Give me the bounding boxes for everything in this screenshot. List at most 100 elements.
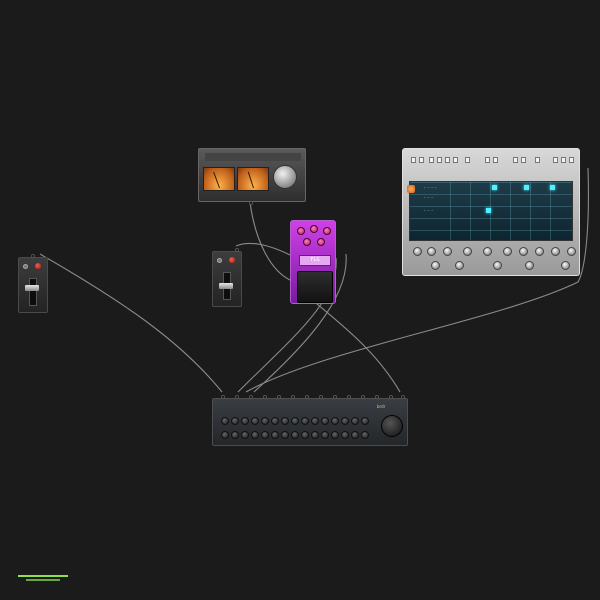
active-step[interactable] bbox=[492, 185, 497, 190]
channel-knob[interactable] bbox=[241, 417, 249, 425]
channel-knob[interactable] bbox=[231, 431, 239, 439]
sequencer-knob[interactable] bbox=[525, 261, 534, 270]
sequencer-knob[interactable] bbox=[503, 247, 512, 256]
fader-handle[interactable] bbox=[25, 285, 39, 291]
channel-knob[interactable] bbox=[361, 431, 369, 439]
master-knob[interactable] bbox=[381, 415, 403, 437]
sequencer-button[interactable] bbox=[411, 157, 416, 163]
sequencer-button[interactable] bbox=[561, 157, 566, 163]
channel-knob[interactable] bbox=[281, 431, 289, 439]
active-step[interactable] bbox=[524, 185, 529, 190]
channel-knob[interactable] bbox=[311, 431, 319, 439]
sequencer-knob[interactable] bbox=[561, 261, 570, 270]
sequencer-button[interactable] bbox=[493, 157, 498, 163]
input-port[interactable] bbox=[277, 395, 281, 399]
sequencer-knob[interactable] bbox=[483, 247, 492, 256]
record-button[interactable] bbox=[407, 185, 415, 193]
step-grid[interactable]: — — — — — — — — — — bbox=[409, 181, 573, 241]
active-step[interactable] bbox=[486, 208, 491, 213]
channel-knob[interactable] bbox=[291, 417, 299, 425]
sequencer-button[interactable] bbox=[419, 157, 424, 163]
channel-knob[interactable] bbox=[251, 431, 259, 439]
effect-pedal[interactable]: FLG bbox=[290, 220, 336, 304]
fader-handle[interactable] bbox=[219, 283, 233, 289]
channel-knob[interactable] bbox=[361, 417, 369, 425]
channel-knob[interactable] bbox=[261, 431, 269, 439]
patch-port[interactable] bbox=[249, 201, 253, 205]
step-sequencer[interactable]: — — — — — — — — — — bbox=[402, 148, 580, 276]
sequencer-button[interactable] bbox=[445, 157, 450, 163]
sequencer-knob[interactable] bbox=[427, 247, 436, 256]
input-port[interactable] bbox=[263, 395, 267, 399]
sequencer-knob[interactable] bbox=[455, 261, 464, 270]
channel-knob[interactable] bbox=[221, 431, 229, 439]
channel-knob[interactable] bbox=[341, 431, 349, 439]
channel-knob[interactable] bbox=[271, 417, 279, 425]
cable-fader-left-to-mixer[interactable] bbox=[39, 253, 223, 393]
pedal-knob[interactable] bbox=[323, 227, 331, 235]
sequencer-knob[interactable] bbox=[567, 247, 576, 256]
patch-port[interactable] bbox=[31, 254, 35, 258]
footswitch[interactable] bbox=[297, 271, 333, 303]
input-port[interactable] bbox=[389, 395, 393, 399]
input-port[interactable] bbox=[291, 395, 295, 399]
sequencer-knob[interactable] bbox=[535, 247, 544, 256]
gain-knob[interactable] bbox=[273, 165, 297, 189]
input-port[interactable] bbox=[319, 395, 323, 399]
pedal-knob[interactable] bbox=[310, 225, 318, 233]
channel-knob[interactable] bbox=[301, 431, 309, 439]
sequencer-button[interactable] bbox=[485, 157, 490, 163]
sequencer-knob[interactable] bbox=[519, 247, 528, 256]
mini-knob[interactable] bbox=[23, 264, 28, 269]
sequencer-knob[interactable] bbox=[551, 247, 560, 256]
channel-knob[interactable] bbox=[281, 417, 289, 425]
channel-knob[interactable] bbox=[331, 431, 339, 439]
channel-knob[interactable] bbox=[251, 417, 259, 425]
input-port[interactable] bbox=[361, 395, 365, 399]
channel-knob[interactable] bbox=[301, 417, 309, 425]
channel-knob[interactable] bbox=[321, 431, 329, 439]
sequencer-button[interactable] bbox=[535, 157, 540, 163]
patch-port[interactable] bbox=[235, 248, 239, 252]
input-port[interactable] bbox=[333, 395, 337, 399]
channel-knob[interactable] bbox=[221, 417, 229, 425]
active-step[interactable] bbox=[550, 185, 555, 190]
input-port[interactable] bbox=[375, 395, 379, 399]
fader-module-left[interactable] bbox=[18, 254, 48, 313]
input-port[interactable] bbox=[235, 395, 239, 399]
sequencer-button[interactable] bbox=[429, 157, 434, 163]
pedal-knob[interactable] bbox=[317, 238, 325, 246]
pedal-knob[interactable] bbox=[303, 238, 311, 246]
input-port[interactable] bbox=[221, 395, 225, 399]
sequencer-button[interactable] bbox=[521, 157, 526, 163]
sequencer-button[interactable] bbox=[569, 157, 574, 163]
channel-knob[interactable] bbox=[241, 431, 249, 439]
channel-knob[interactable] bbox=[311, 417, 319, 425]
mixer[interactable]: brdr bbox=[212, 395, 408, 446]
sequencer-knob[interactable] bbox=[463, 247, 472, 256]
channel-knob[interactable] bbox=[321, 417, 329, 425]
sequencer-knob[interactable] bbox=[443, 247, 452, 256]
channel-knob[interactable] bbox=[291, 431, 299, 439]
sequencer-knob[interactable] bbox=[413, 247, 422, 256]
sequencer-button[interactable] bbox=[553, 157, 558, 163]
mini-knob[interactable] bbox=[217, 258, 222, 263]
sequencer-knob[interactable] bbox=[431, 261, 440, 270]
pedal-knob[interactable] bbox=[297, 227, 305, 235]
input-port[interactable] bbox=[249, 395, 253, 399]
channel-knob[interactable] bbox=[261, 417, 269, 425]
input-port[interactable] bbox=[305, 395, 309, 399]
sequencer-button[interactable] bbox=[437, 157, 442, 163]
channel-knob[interactable] bbox=[341, 417, 349, 425]
vu-meter[interactable] bbox=[198, 148, 306, 205]
sequencer-button[interactable] bbox=[453, 157, 458, 163]
sequencer-knob[interactable] bbox=[493, 261, 502, 270]
sequencer-button[interactable] bbox=[465, 157, 470, 163]
channel-knob[interactable] bbox=[331, 417, 339, 425]
channel-knob[interactable] bbox=[231, 417, 239, 425]
fader-module-middle[interactable] bbox=[212, 248, 242, 307]
input-port[interactable] bbox=[401, 395, 405, 399]
channel-knob[interactable] bbox=[271, 431, 279, 439]
sequencer-button[interactable] bbox=[513, 157, 518, 163]
channel-knob[interactable] bbox=[351, 431, 359, 439]
